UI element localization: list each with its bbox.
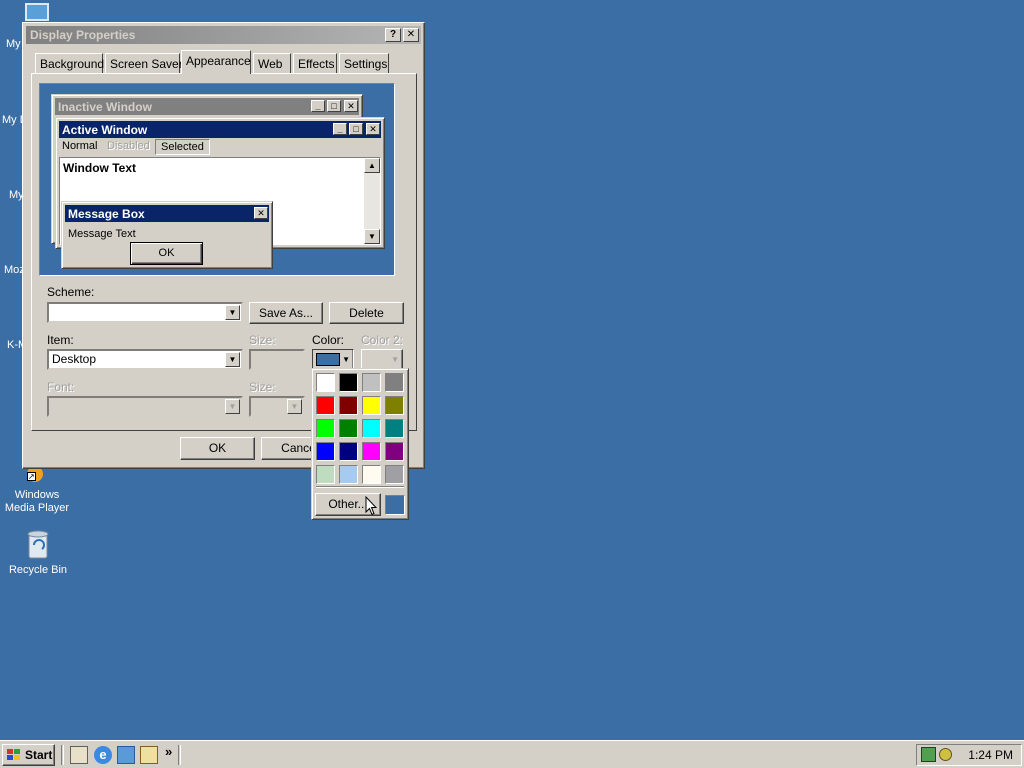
windows-media-player-label[interactable]: Windows Media Player <box>1 489 73 515</box>
color-swatch[interactable] <box>385 373 404 392</box>
start-label: Start <box>25 748 53 762</box>
color-swatch[interactable] <box>362 419 381 438</box>
color-swatch[interactable] <box>385 465 404 484</box>
chevron-down-icon: ▼ <box>225 399 240 414</box>
tab-background[interactable]: Background <box>35 53 104 73</box>
color-swatch[interactable] <box>385 442 404 461</box>
scrollbar: ▲ ▼ <box>364 158 380 244</box>
color-palette-popup: Other... <box>311 368 409 520</box>
taskbar-separator <box>178 745 181 765</box>
message-ok-button: OK <box>130 242 203 265</box>
color-swatch[interactable] <box>339 419 358 438</box>
maximize-icon: □ <box>327 100 341 112</box>
scroll-up-icon: ▲ <box>364 158 380 173</box>
show-desktop-icon[interactable] <box>70 746 88 764</box>
start-button[interactable]: Start <box>2 744 55 766</box>
color-swatch[interactable] <box>316 396 335 415</box>
tab-web[interactable]: Web <box>253 53 291 73</box>
outlook-express-icon[interactable] <box>117 746 135 764</box>
color-swatch[interactable] <box>339 442 358 461</box>
scheme-dropdown[interactable]: ▼ <box>47 302 243 323</box>
color-swatch[interactable] <box>339 373 358 392</box>
message-box-preview[interactable]: Message Box ✕ Message Text OK <box>61 201 273 269</box>
active-window-caption: Active Window _ □ ✕ <box>59 121 381 138</box>
color-swatch[interactable] <box>385 396 404 415</box>
scheme-label: Scheme: <box>47 285 95 299</box>
color-swatch[interactable] <box>316 373 335 392</box>
item-label: Item: <box>47 333 74 347</box>
scroll-down-icon: ▼ <box>364 229 380 244</box>
recycle-bin-icon[interactable] <box>26 529 50 559</box>
font-size-dropdown: ▼ <box>249 396 305 417</box>
font-label: Font: <box>47 380 75 394</box>
chevron-down-icon[interactable]: ▼ <box>225 352 240 367</box>
inactive-window-caption: Inactive Window _ □ ✕ <box>55 98 359 115</box>
item-size-spinner <box>249 349 305 370</box>
custom-color-swatch[interactable] <box>385 495 405 515</box>
network-icon[interactable] <box>921 747 936 762</box>
windows-logo-icon <box>7 749 21 761</box>
delete-button[interactable]: Delete <box>329 302 404 324</box>
recycle-bin-label[interactable]: Recycle Bin <box>2 564 74 577</box>
message-text: Message Text <box>68 228 136 240</box>
system-tray: 1:24 PM <box>916 744 1022 766</box>
message-box-caption: Message Box ✕ <box>65 205 269 222</box>
chevron-down-icon: ▼ <box>287 399 302 414</box>
font-dropdown: ▼ <box>47 396 243 417</box>
minimize-icon: _ <box>333 123 347 135</box>
color-swatch[interactable] <box>339 465 358 484</box>
color-label: Color: <box>312 333 345 347</box>
taskbar: Start e » 1:24 PM <box>0 740 1024 768</box>
tab-effects[interactable]: Effects <box>293 53 337 73</box>
mouse-cursor-icon <box>365 496 377 516</box>
item-size-label: Size: <box>249 333 276 347</box>
minimize-icon: _ <box>311 100 325 112</box>
color-swatch[interactable] <box>362 442 381 461</box>
color-swatch[interactable] <box>385 419 404 438</box>
font-size-label: Size: <box>249 380 276 394</box>
quick-launch-more-icon[interactable]: » <box>165 744 172 759</box>
help-button[interactable]: ? <box>385 28 401 42</box>
color-swatch[interactable] <box>316 465 335 484</box>
color2-label: Color 2: <box>361 333 404 347</box>
close-icon: ✕ <box>344 100 358 112</box>
taskbar-separator <box>61 745 64 765</box>
dialog-title: Display Properties <box>30 28 136 42</box>
color2-picker-button: ▼ <box>361 349 403 370</box>
appearance-preview[interactable]: Inactive Window _ □ ✕ Active Window _ □ … <box>39 83 395 276</box>
chevron-down-icon: ▼ <box>391 355 399 364</box>
window-text: Window Text <box>63 161 136 175</box>
palette-divider <box>316 486 404 488</box>
item-dropdown[interactable]: Desktop ▼ <box>47 349 243 370</box>
my-computer-icon[interactable] <box>25 3 49 21</box>
menu-item-normal: Normal <box>62 140 98 152</box>
tab-settings[interactable]: Settings <box>339 53 389 73</box>
close-icon: ✕ <box>366 123 380 135</box>
ok-button[interactable]: OK <box>180 437 255 460</box>
color-swatch[interactable] <box>362 465 381 484</box>
clock[interactable]: 1:24 PM <box>968 748 1013 762</box>
color-swatch[interactable] <box>362 373 381 392</box>
menu-item-selected: Selected <box>155 139 210 155</box>
current-color-swatch <box>316 353 340 366</box>
save-as-button[interactable]: Save As... <box>249 302 323 324</box>
close-button[interactable]: ✕ <box>403 28 419 42</box>
chevron-down-icon[interactable]: ▼ <box>225 305 240 320</box>
maximize-icon: □ <box>349 123 363 135</box>
tab-appearance[interactable]: Appearance <box>181 50 251 74</box>
color-swatch[interactable] <box>362 396 381 415</box>
color-swatch[interactable] <box>316 419 335 438</box>
tab-screen-saver[interactable]: Screen Saver <box>105 53 183 73</box>
color-picker-button[interactable]: ▼ <box>312 349 354 370</box>
chevron-down-icon: ▼ <box>342 355 350 364</box>
color-swatch[interactable] <box>316 442 335 461</box>
desktop-label-fragment[interactable]: My <box>6 38 21 50</box>
dialog-title-bar[interactable]: Display Properties ? ✕ <box>26 26 421 44</box>
menu-item-disabled: Disabled <box>107 140 150 152</box>
volume-icon[interactable] <box>939 748 952 761</box>
color-swatch[interactable] <box>339 396 358 415</box>
internet-explorer-icon[interactable]: e <box>94 746 112 764</box>
close-icon: ✕ <box>254 207 268 219</box>
search-icon[interactable] <box>140 746 158 764</box>
